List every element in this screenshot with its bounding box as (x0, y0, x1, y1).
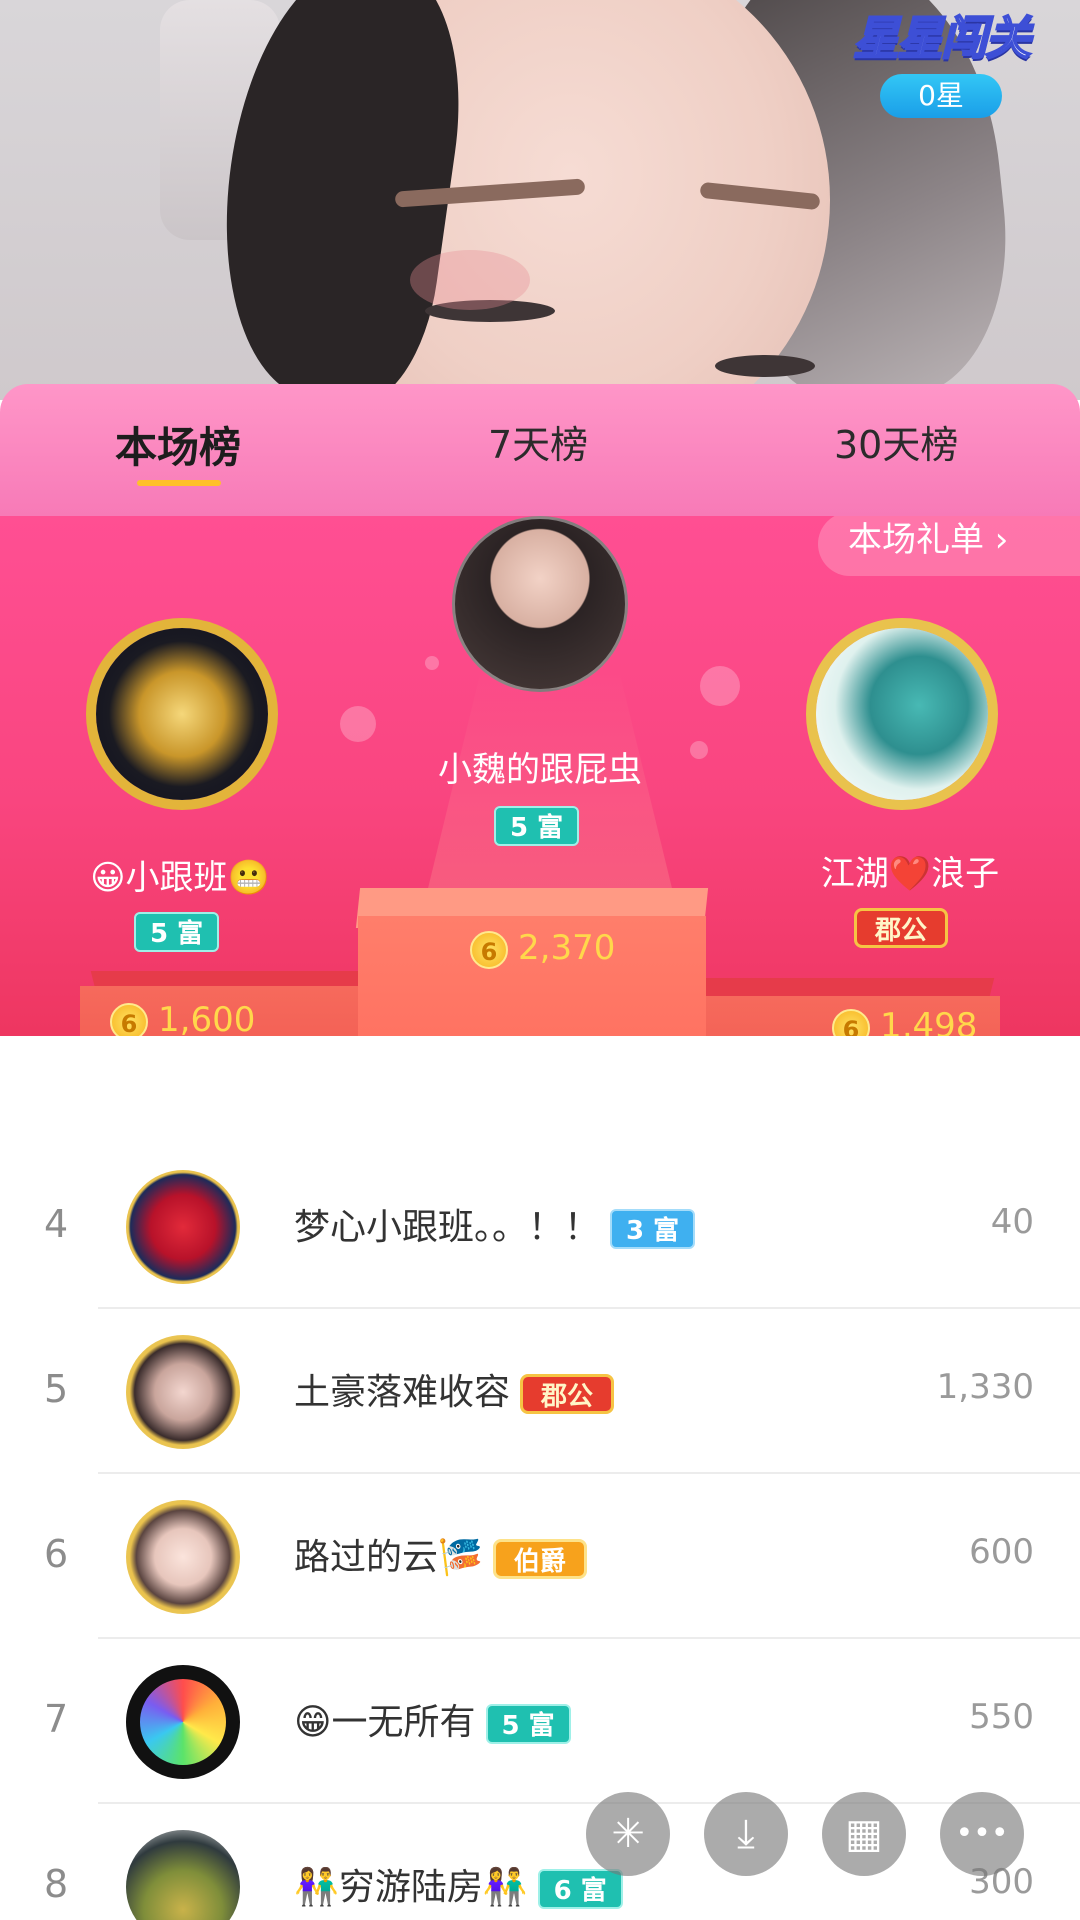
second-place-avatar[interactable] (96, 628, 268, 800)
contribution-score: 40 (990, 1202, 1034, 1242)
list-item[interactable]: 6 路过的云🎏 伯爵 600 (0, 1474, 1080, 1639)
contribution-score: 600 (969, 1532, 1034, 1572)
third-place-coins: 6 1,498 (832, 1006, 977, 1036)
first-place-name: 小魏的跟屁虫 (438, 750, 642, 790)
rank-number: 4 (44, 1202, 69, 1246)
tab-7-days[interactable]: 7天榜 (488, 414, 588, 469)
user-name: 土豪落难收容 (294, 1372, 511, 1413)
sparkle-icon[interactable]: ✳ (586, 1792, 670, 1876)
star-challenge-widget[interactable]: 星星闯关 0星 (846, 2, 1036, 118)
list-item[interactable]: 4 梦心小跟班。。！！ 3 富 40 (0, 1144, 1080, 1309)
coin-icon: 6 (832, 1008, 870, 1036)
leaderboard-tabs: 本场榜 7天榜 30天榜 (0, 384, 1080, 516)
active-tab-indicator (137, 480, 221, 486)
contribution-score: 550 (969, 1697, 1034, 1737)
session-gift-list-link[interactable]: 本场礼单 › (818, 516, 1080, 576)
avatar (126, 1665, 240, 1779)
star-challenge-logo: 星星闯关 (852, 10, 1032, 66)
contribution-score: 1,330 (936, 1367, 1034, 1407)
second-place-name: 😀小跟班😬 (90, 858, 270, 898)
user-name: 梦心小跟班。。！！ (294, 1207, 601, 1248)
avatar (126, 1170, 240, 1284)
first-place-avatar[interactable] (452, 516, 628, 692)
ranking-list: 4 梦心小跟班。。！！ 3 富 40 5 土豪落难收容 郡公 1,330 6 路过的… (0, 1144, 1080, 1920)
avatar (126, 1830, 240, 1920)
top-three-podium: 本场礼单 › 1 2 3 小魏的跟屁虫 5 富 62,370 😀小跟班😬 5 富… (0, 516, 1080, 1036)
coin-icon: 6 (110, 1002, 148, 1036)
second-place-rich-badge: 5 富 (134, 912, 220, 952)
rank-1-numeral: 1 (490, 1016, 594, 1036)
third-place-name: 江湖❤️浪子 (820, 854, 1000, 894)
download-icon[interactable]: ⤓ (704, 1792, 788, 1876)
first-place-coins: 6 2,370 (470, 928, 615, 969)
rich-level-badge: 6 富 (537, 1869, 623, 1909)
list-item[interactable]: 8 👫穷游陆房👫 6 富 300 (0, 1804, 1080, 1920)
user-name: 路过的云🎏 (294, 1537, 483, 1578)
tab-this-session[interactable]: 本场榜 (115, 414, 241, 475)
list-item[interactable]: 5 土豪落难收容 郡公 1,330 (0, 1309, 1080, 1474)
tab-30-days[interactable]: 30天榜 (834, 414, 958, 469)
list-item[interactable]: 7 😁一无所有 5 富 550 (0, 1639, 1080, 1804)
star-count-pill: 0星 (880, 74, 1002, 118)
grid-icon[interactable]: ▦ (822, 1792, 906, 1876)
rank-number: 5 (44, 1367, 69, 1411)
noble-title-badge: 郡公 (520, 1374, 615, 1414)
user-name: 😁一无所有 (294, 1702, 476, 1743)
avatar (126, 1335, 240, 1449)
rank-number: 8 (44, 1862, 69, 1906)
rank-number: 6 (44, 1532, 69, 1576)
more-icon[interactable]: ••• (940, 1792, 1024, 1876)
third-place-avatar[interactable] (816, 628, 988, 800)
coin-icon: 6 (470, 930, 508, 969)
rich-level-badge: 5 富 (485, 1704, 571, 1744)
third-place-title-badge: 郡公 (854, 908, 949, 948)
rank-number: 7 (44, 1697, 69, 1741)
first-place-rich-badge: 5 富 (494, 806, 580, 846)
second-place-coins: 6 1,600 (110, 1000, 255, 1036)
noble-title-badge: 伯爵 (492, 1539, 587, 1579)
leaderboard-panel: 本场榜 7天榜 30天榜 本场礼单 › 1 2 3 小魏的跟屁虫 5 富 62,… (0, 384, 1080, 1920)
avatar (126, 1500, 240, 1614)
rich-level-badge: 3 富 (610, 1209, 696, 1249)
user-name: 👫穷游陆房👫 (294, 1867, 528, 1908)
